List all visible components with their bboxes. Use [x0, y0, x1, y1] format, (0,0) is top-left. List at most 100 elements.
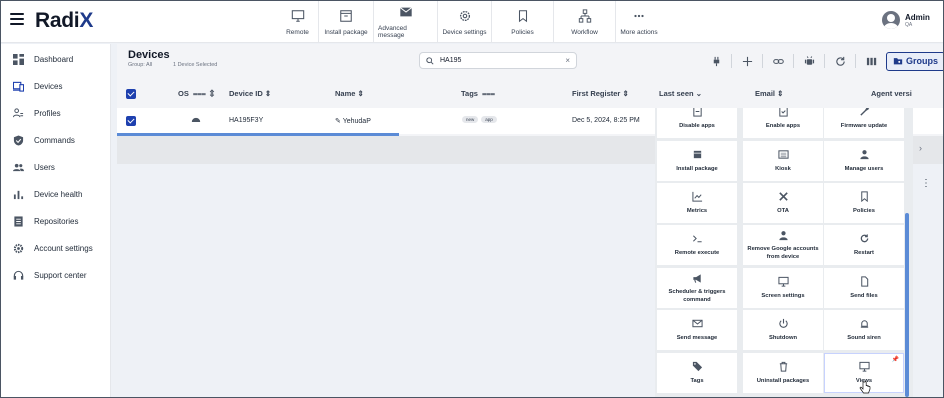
top-bar: RadiX Remote Install package Advanced me… [1, 1, 943, 43]
siren-icon [858, 318, 870, 330]
action-enable-apps[interactable]: Enable apps [743, 108, 823, 138]
col-first-register[interactable]: First Register ⇕ [572, 89, 629, 98]
action-remove-google-accounts-from-device[interactable]: Remove Google accounts from device [743, 225, 823, 265]
plug-icon[interactable] [709, 54, 723, 68]
sidebar-item-support-center[interactable]: Support center [1, 262, 110, 289]
tag-chip[interactable]: new [462, 116, 479, 123]
kiosk-icon [777, 149, 789, 161]
sidebar-item-dashboard[interactable]: Dashboard [1, 46, 110, 73]
sidebar-item-device-health[interactable]: Device health [1, 181, 110, 208]
device-settings-button[interactable]: Device settings [438, 1, 492, 43]
action-uninstall-packages[interactable]: Uninstall packages [743, 353, 823, 393]
action-metrics[interactable]: Metrics [657, 183, 737, 223]
user-role: QA [905, 21, 913, 28]
trash-icon [777, 361, 789, 373]
action-shutdown[interactable]: Shutdown [743, 310, 823, 350]
action-disable-apps[interactable]: Disable apps [657, 108, 737, 138]
col-tags[interactable]: Tags ⩶ [461, 89, 495, 99]
policies-button[interactable]: Policies [492, 1, 554, 43]
action-screen-settings[interactable]: Screen settings [743, 268, 823, 308]
col-name[interactable]: Name ⇕ [335, 89, 364, 98]
menu-scrollbar[interactable] [905, 213, 909, 397]
advanced-message-button[interactable]: Advanced message [374, 1, 438, 43]
pin-icon[interactable]: 📌 [892, 357, 899, 365]
col-os[interactable]: OS ⩶ ⇕ [178, 89, 214, 99]
action-install-package[interactable]: Install package [657, 141, 737, 181]
columns-icon[interactable] [864, 54, 878, 68]
page-title: Devices [128, 49, 170, 61]
workflow-icon [577, 8, 593, 23]
shield-icon [12, 135, 24, 147]
megaphone-icon [691, 272, 703, 284]
more-actions-button[interactable]: More actions [616, 1, 662, 43]
action-send-message[interactable]: Send message [657, 310, 737, 350]
monitor-icon [290, 9, 306, 23]
refresh-icon[interactable] [833, 54, 847, 68]
more-icon [631, 9, 647, 23]
android-icon[interactable] [802, 54, 816, 68]
tag-chip[interactable]: app [481, 116, 497, 123]
enable-apps-icon [777, 108, 789, 118]
sidebar-item-repositories[interactable]: Repositories [1, 208, 110, 235]
groups-folder-icon [893, 58, 903, 65]
action-policies[interactable]: Policies [824, 183, 904, 223]
sidebar: Dashboard Devices Profiles Commands User… [1, 44, 111, 397]
chevron-right-icon[interactable]: › [919, 143, 922, 153]
action-scheduler-triggers-command[interactable]: Scheduler & triggers command [657, 268, 737, 308]
menu-icon[interactable] [10, 13, 24, 27]
col-agent-version[interactable]: Agent versi [871, 89, 912, 98]
envelope-icon [398, 5, 414, 19]
action-send-files[interactable]: Send files [824, 268, 904, 308]
sidebar-item-users[interactable]: Users [1, 154, 110, 181]
edit-icon[interactable]: ✎ [335, 118, 341, 125]
monitor-icon [858, 361, 870, 373]
bookmark-icon [515, 9, 531, 23]
row-checkbox[interactable] [126, 116, 136, 126]
dashboard-icon [12, 54, 24, 66]
row-actions-icon[interactable]: ⋮ [921, 178, 931, 189]
terminal-icon [691, 233, 703, 245]
name-cell[interactable]: ✎ YehudaP [335, 117, 371, 125]
user-menu[interactable]: Admin QA [882, 11, 930, 29]
sidebar-item-devices[interactable]: Devices [1, 73, 110, 100]
metrics-icon [691, 191, 703, 203]
sidebar-item-commands[interactable]: Commands [1, 127, 110, 154]
link-icon[interactable] [771, 54, 785, 68]
tools-icon [777, 191, 789, 203]
bar-chart-icon [12, 189, 24, 201]
first-register-cell: Dec 5, 2024, 8:25 PM [572, 117, 640, 124]
action-remote-execute[interactable]: Remote execute [657, 225, 737, 265]
col-last-seen[interactable]: Last seen ⌄ [659, 89, 702, 98]
search-input[interactable] [440, 57, 566, 64]
col-email[interactable]: Email ⇕ [755, 89, 783, 98]
col-device-id[interactable]: Device ID ⇕ [229, 89, 271, 98]
action-kiosk[interactable]: Kiosk [743, 141, 823, 181]
workflow-button[interactable]: Workflow [554, 1, 616, 43]
tags-cell: new app [462, 116, 500, 123]
search-box[interactable]: × [419, 52, 577, 69]
user-name: Admin [905, 12, 930, 22]
group-label: Group: All [128, 62, 153, 68]
monitor-icon [777, 276, 789, 288]
repository-icon [12, 216, 24, 228]
clear-search-icon[interactable]: × [565, 56, 570, 65]
user-icon [777, 229, 789, 241]
install-package-button[interactable]: Install package [319, 1, 374, 43]
device-id-cell: HA195F3Y [229, 117, 264, 124]
action-restart[interactable]: Restart [824, 225, 904, 265]
action-tags[interactable]: Tags [657, 353, 737, 393]
power-icon [777, 318, 789, 330]
profiles-icon [12, 108, 24, 120]
action-ota[interactable]: OTA [743, 183, 823, 223]
action-sound-siren[interactable]: Sound siren [824, 310, 904, 350]
action-firmware-update[interactable]: Firmware update [824, 108, 904, 138]
add-icon[interactable] [740, 54, 754, 68]
groups-button[interactable]: Groups [886, 51, 943, 71]
select-all-checkbox[interactable] [126, 89, 136, 99]
disable-apps-icon [691, 108, 703, 118]
remote-button[interactable]: Remote [277, 1, 319, 43]
package-icon [338, 9, 354, 23]
sidebar-item-profiles[interactable]: Profiles [1, 100, 110, 127]
action-manage-users[interactable]: Manage users [824, 141, 904, 181]
sidebar-item-account-settings[interactable]: Account settings [1, 235, 110, 262]
